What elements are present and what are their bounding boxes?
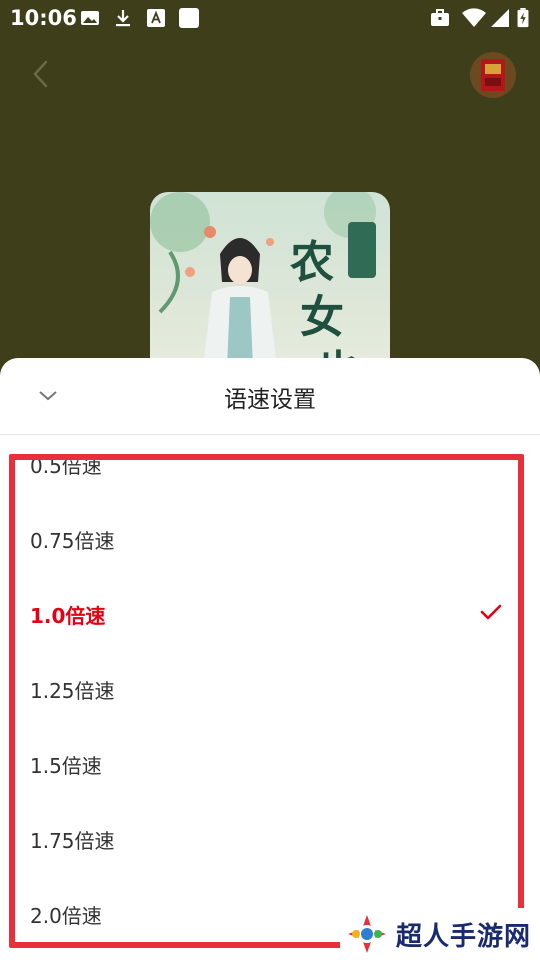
speed-options-list: 0.5倍速 0.75倍速 1.0倍速 1.25倍速 1.5倍速 1.75倍速 2…	[0, 434, 540, 960]
watermark: 超人手游网	[340, 908, 540, 960]
signal-icon	[491, 9, 509, 27]
svg-text:农: 农	[290, 237, 334, 288]
checkmark-icon	[480, 604, 502, 620]
briefcase-icon	[431, 9, 449, 26]
book-shelf-icon[interactable]	[470, 52, 516, 98]
sheet-title: 语速设置	[224, 387, 316, 413]
battery-icon	[517, 8, 529, 28]
speed-option-1-25[interactable]: 1.25倍速	[0, 651, 540, 726]
red-book-icon	[481, 59, 505, 91]
svg-text:女: 女	[300, 292, 344, 343]
speed-option-label: 1.25倍速	[30, 679, 115, 703]
sheet-header: 语速设置	[0, 358, 540, 434]
speed-option-1-5[interactable]: 1.5倍速	[0, 726, 540, 801]
wifi-icon	[462, 8, 486, 27]
speed-option-label: 1.5倍速	[30, 754, 102, 778]
speed-option-0-75[interactable]: 0.75倍速	[0, 501, 540, 576]
speed-option-1-0[interactable]: 1.0倍速	[0, 576, 540, 651]
speed-option-label: 1.75倍速	[30, 829, 115, 853]
speed-option-1-75[interactable]: 1.75倍速	[0, 801, 540, 876]
speed-option-label: 0.5倍速	[30, 454, 102, 478]
status-time: 10:06	[10, 6, 77, 30]
speed-option-label: 0.75倍速	[30, 529, 115, 553]
back-icon[interactable]	[28, 58, 56, 90]
watermark-logo-icon	[348, 915, 386, 953]
download-icon	[116, 10, 130, 27]
speed-option-label: 2.0倍速	[30, 904, 102, 928]
gallery-icon	[81, 11, 99, 25]
status-bar: 10:06	[0, 0, 540, 36]
font-a-icon	[147, 9, 165, 27]
speed-settings-sheet: 语速设置 0.5倍速 0.75倍速 1.0倍速 1.25倍速 1.5倍速 1.7…	[0, 358, 540, 960]
watermark-text: 超人手游网	[396, 921, 532, 952]
app-square-icon	[179, 8, 199, 28]
speed-option-0-5[interactable]: 0.5倍速	[0, 434, 540, 501]
speed-option-label: 1.0倍速	[30, 604, 106, 628]
